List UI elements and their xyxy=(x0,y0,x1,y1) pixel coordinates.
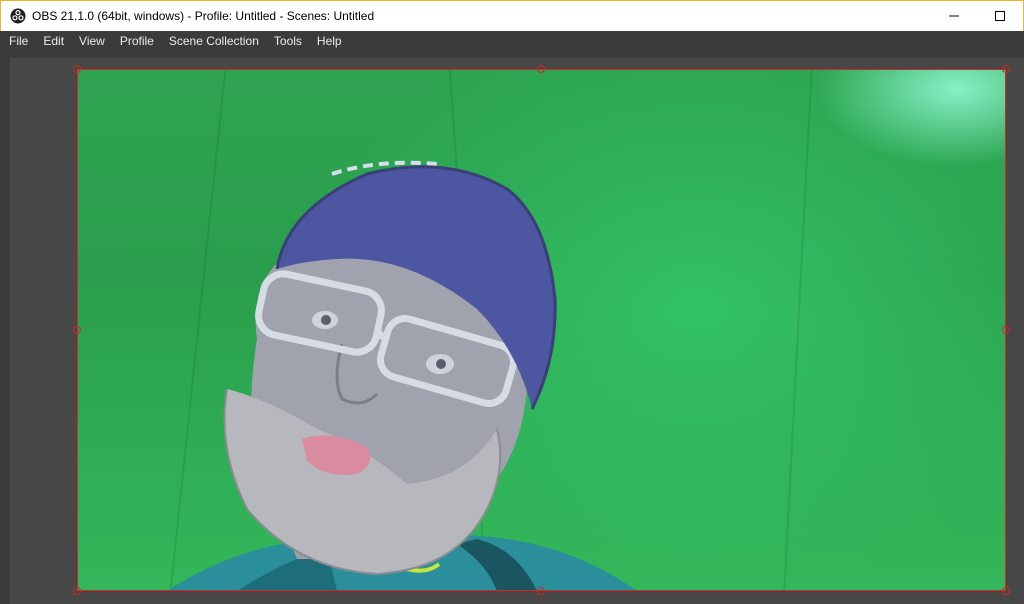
menu-edit[interactable]: Edit xyxy=(36,31,72,52)
window-title: OBS 21.1.0 (64bit, windows) - Profile: U… xyxy=(32,9,375,23)
menu-tools[interactable]: Tools xyxy=(267,31,310,52)
source-selection-box[interactable] xyxy=(77,69,1006,591)
menu-help[interactable]: Help xyxy=(310,31,350,52)
minimize-button[interactable] xyxy=(931,1,977,31)
maximize-icon xyxy=(995,11,1005,21)
preview-canvas[interactable] xyxy=(10,58,1024,604)
resize-handle-top-right[interactable] xyxy=(1002,65,1010,73)
obs-logo-icon xyxy=(10,8,26,24)
resize-handle-bottom-right[interactable] xyxy=(1002,587,1010,595)
maximize-button[interactable] xyxy=(977,1,1023,31)
minimize-icon xyxy=(949,15,959,17)
menu-profile[interactable]: Profile xyxy=(113,31,162,52)
menu-view[interactable]: View xyxy=(72,31,113,52)
resize-handle-top-left[interactable] xyxy=(73,65,81,73)
menu-bar: File Edit View Profile Scene Collection … xyxy=(0,31,1024,52)
title-bar[interactable]: OBS 21.1.0 (64bit, windows) - Profile: U… xyxy=(0,0,1024,31)
menu-scene-collection[interactable]: Scene Collection xyxy=(162,31,267,52)
resize-handle-right[interactable] xyxy=(1002,326,1010,334)
resize-handle-left[interactable] xyxy=(73,326,81,334)
resize-handle-top[interactable] xyxy=(537,65,545,73)
resize-handle-bottom-left[interactable] xyxy=(73,587,81,595)
window-controls xyxy=(931,1,1023,31)
menu-file[interactable]: File xyxy=(2,31,36,52)
resize-handle-bottom[interactable] xyxy=(537,587,545,595)
